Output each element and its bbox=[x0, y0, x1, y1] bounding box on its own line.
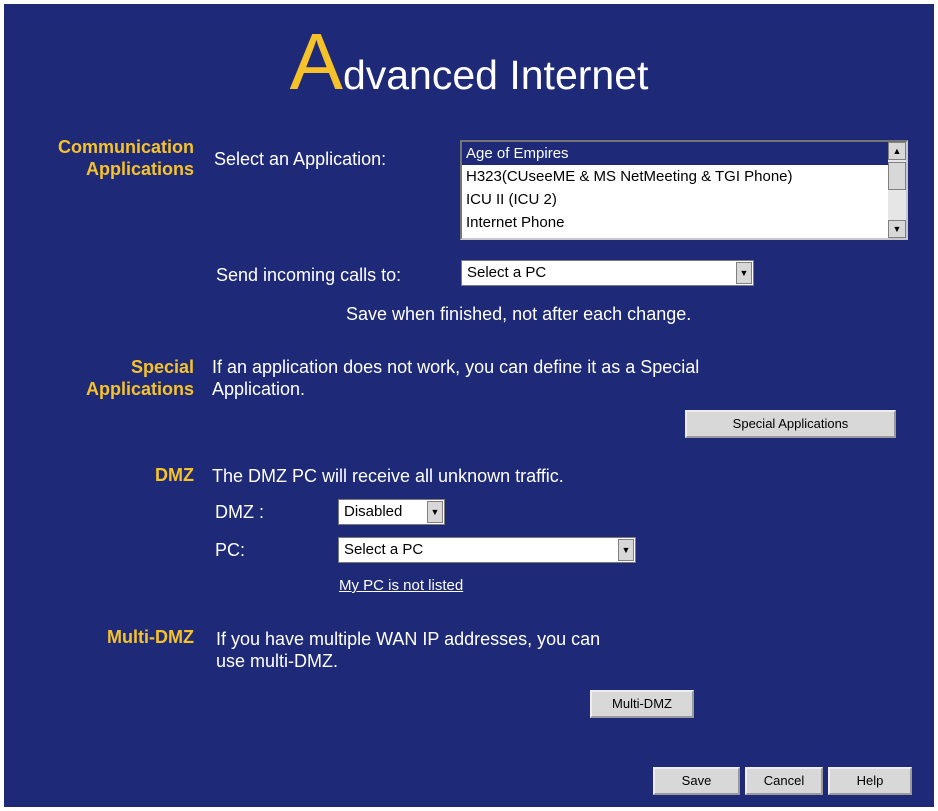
multi-dmz-button[interactable]: Multi-DMZ bbox=[590, 690, 694, 718]
save-note: Save when finished, not after each chang… bbox=[346, 304, 692, 324]
list-item[interactable]: H323(CUseeME & MS NetMeeting & TGI Phone… bbox=[462, 165, 906, 188]
dmz-pc-value: Select a PC bbox=[344, 541, 424, 558]
pc-not-listed-link[interactable]: My PC is not listed bbox=[339, 577, 463, 594]
title-initial: A bbox=[289, 17, 343, 106]
pc-field-label: PC: bbox=[215, 540, 246, 560]
scroll-thumb[interactable] bbox=[888, 162, 906, 190]
cancel-button[interactable]: Cancel bbox=[745, 767, 823, 795]
list-item[interactable]: ICU II (ICU 2) bbox=[462, 188, 906, 211]
select-application-label: Select an Application: bbox=[214, 149, 387, 169]
listbox-scrollbar[interactable]: ▲ ▼ bbox=[888, 142, 906, 238]
dmz-select[interactable]: Disabled ▼ bbox=[338, 499, 445, 525]
page-title: Advanced Internet bbox=[4, 22, 934, 115]
dropdown-arrow-icon[interactable]: ▼ bbox=[618, 539, 634, 561]
multidmz-section-label: Multi-DMZ bbox=[107, 627, 194, 647]
dropdown-arrow-icon[interactable]: ▼ bbox=[427, 501, 443, 523]
dropdown-arrow-icon[interactable]: ▼ bbox=[736, 262, 752, 284]
dmz-section-label: DMZ bbox=[155, 465, 194, 485]
multidmz-description: If you have multiple WAN IP addresses, y… bbox=[216, 629, 601, 671]
communication-section-label: Communication Applications bbox=[57, 137, 194, 179]
help-button[interactable]: Help bbox=[828, 767, 912, 795]
special-description: If an application does not work, you can… bbox=[212, 357, 700, 399]
dmz-select-value: Disabled bbox=[344, 503, 403, 520]
list-item[interactable]: Age of Empires bbox=[462, 142, 906, 165]
scroll-up-icon[interactable]: ▲ bbox=[888, 142, 906, 160]
send-calls-label: Send incoming calls to: bbox=[216, 265, 402, 285]
special-section-label: Special Applications bbox=[85, 357, 194, 399]
send-calls-select[interactable]: Select a PC ▼ bbox=[461, 260, 754, 286]
page-frame: Advanced Internet Communication Applicat… bbox=[4, 4, 934, 807]
list-item[interactable]: Internet Phone bbox=[462, 211, 906, 234]
send-calls-value: Select a PC bbox=[467, 264, 547, 281]
special-applications-button[interactable]: Special Applications bbox=[685, 410, 896, 438]
scroll-down-icon[interactable]: ▼ bbox=[888, 220, 906, 238]
dmz-description: The DMZ PC will receive all unknown traf… bbox=[212, 466, 564, 486]
dmz-pc-select[interactable]: Select a PC ▼ bbox=[338, 537, 636, 563]
application-listbox[interactable]: Age of Empires H323(CUseeME & MS NetMeet… bbox=[460, 140, 908, 240]
title-rest: dvanced Internet bbox=[342, 52, 649, 98]
save-button[interactable]: Save bbox=[653, 767, 740, 795]
dmz-field-label: DMZ : bbox=[215, 502, 264, 522]
